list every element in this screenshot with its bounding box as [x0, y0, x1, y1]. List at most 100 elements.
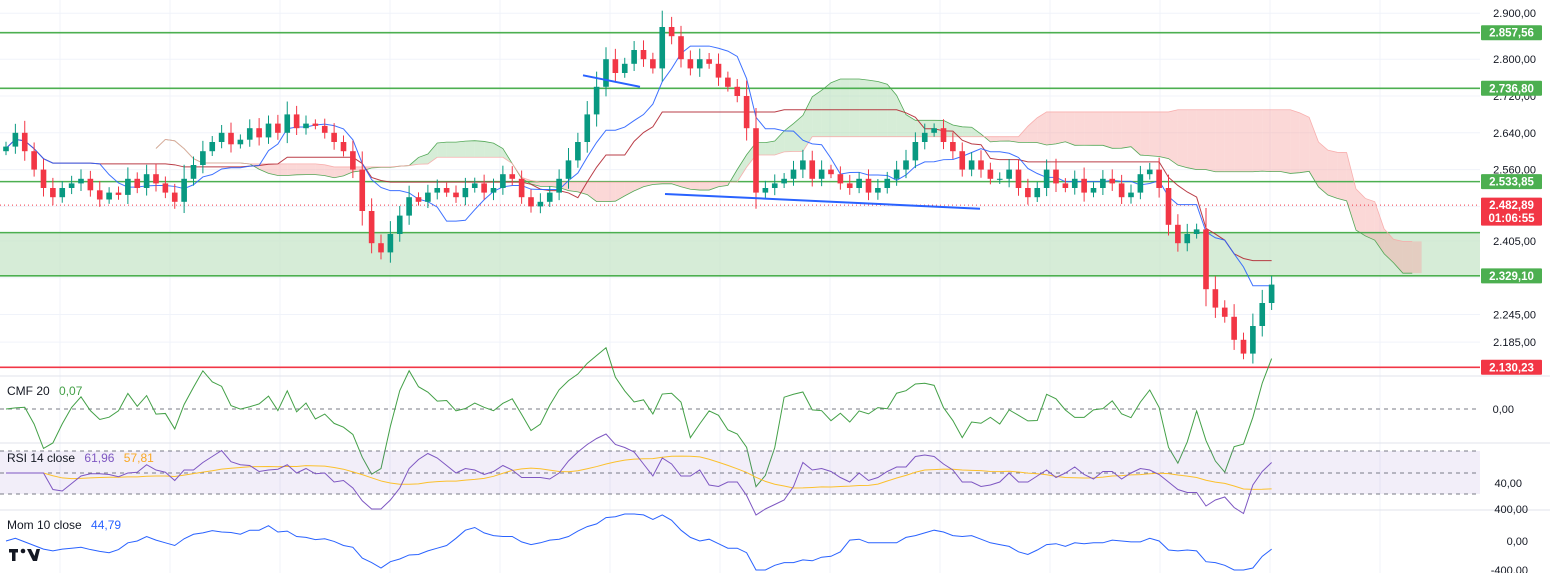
trendline[interactable] — [582, 74, 641, 88]
candle-body[interactable] — [162, 183, 169, 193]
candle-body[interactable] — [1156, 169, 1162, 188]
candle-body[interactable] — [143, 174, 150, 188]
candle-body[interactable] — [3, 146, 9, 152]
candle-body[interactable] — [921, 132, 928, 142]
candle-body[interactable] — [134, 178, 141, 188]
candle-body[interactable] — [828, 169, 834, 175]
candle-body[interactable] — [1118, 183, 1125, 198]
candle-body[interactable] — [368, 211, 375, 244]
candle-body[interactable] — [40, 169, 47, 188]
candle-body[interactable] — [1221, 307, 1228, 317]
candle-body[interactable] — [265, 123, 272, 138]
candle-body[interactable] — [931, 128, 937, 133]
candle-body[interactable] — [1165, 188, 1172, 225]
candle-body[interactable] — [256, 128, 262, 138]
candle-body[interactable] — [321, 125, 328, 133]
candle-body[interactable] — [809, 160, 816, 179]
candle-body[interactable] — [912, 142, 919, 161]
candle-body[interactable] — [621, 63, 628, 73]
candle-body[interactable] — [1062, 183, 1069, 188]
candle-body[interactable] — [790, 169, 797, 179]
candle-body[interactable] — [1100, 178, 1106, 188]
candle-body[interactable] — [1231, 316, 1237, 340]
candle-body[interactable] — [1128, 192, 1134, 198]
candle-body[interactable] — [612, 59, 619, 73]
candle-body[interactable] — [115, 192, 122, 195]
candle-body[interactable] — [1240, 339, 1247, 354]
candle-body[interactable] — [481, 183, 487, 193]
candle-body[interactable] — [275, 123, 281, 133]
candle-body[interactable] — [1193, 229, 1200, 234]
candle-body[interactable] — [678, 36, 684, 60]
candle-body[interactable] — [471, 183, 478, 188]
candle-body[interactable] — [509, 174, 516, 179]
candle-body[interactable] — [218, 132, 225, 142]
candle-body[interactable] — [903, 160, 909, 170]
candle-body[interactable] — [462, 188, 469, 198]
candle-body[interactable] — [228, 132, 234, 145]
candle-body[interactable] — [968, 160, 975, 170]
candle-body[interactable] — [1250, 326, 1256, 354]
candle-body[interactable] — [378, 243, 384, 253]
candle-body[interactable] — [1071, 178, 1078, 188]
candle-body[interactable] — [190, 165, 197, 179]
candle-body[interactable] — [1146, 169, 1153, 175]
candle-body[interactable] — [1034, 188, 1041, 198]
candle-body[interactable] — [1203, 229, 1209, 290]
candle-body[interactable] — [546, 192, 553, 202]
candle-body[interactable] — [200, 151, 206, 165]
candle-body[interactable] — [950, 142, 956, 152]
candle-body[interactable] — [1184, 234, 1191, 244]
candle-body[interactable] — [171, 192, 178, 202]
candle-body[interactable] — [987, 169, 994, 179]
candle-body[interactable] — [565, 160, 572, 179]
candle-body[interactable] — [978, 160, 984, 170]
candle-body[interactable] — [209, 142, 216, 152]
candle-body[interactable] — [725, 77, 731, 87]
candle-body[interactable] — [584, 114, 591, 142]
candle-body[interactable] — [1081, 178, 1087, 193]
candle-body[interactable] — [1006, 169, 1012, 179]
candle-body[interactable] — [800, 160, 806, 170]
candle-body[interactable] — [1212, 289, 1219, 308]
candle-body[interactable] — [593, 86, 600, 115]
candle-body[interactable] — [284, 114, 291, 133]
candle-body[interactable] — [406, 197, 412, 216]
candle-body[interactable] — [96, 190, 103, 200]
candle-body[interactable] — [1015, 169, 1022, 188]
candle-body[interactable] — [771, 183, 778, 188]
candle-body[interactable] — [893, 169, 900, 179]
candle-body[interactable] — [490, 188, 497, 193]
candle-body[interactable] — [396, 215, 403, 234]
candle-body[interactable] — [640, 50, 647, 60]
candle-body[interactable] — [125, 178, 131, 195]
candle-body[interactable] — [246, 128, 253, 140]
tradingview-logo-icon[interactable] — [9, 548, 40, 561]
candle-body[interactable] — [996, 178, 1003, 180]
candle-body[interactable] — [500, 174, 506, 188]
candle-body[interactable] — [743, 96, 750, 129]
candle-body[interactable] — [50, 188, 56, 198]
candle-body[interactable] — [425, 192, 431, 202]
candle-body[interactable] — [106, 192, 112, 200]
candle-body[interactable] — [762, 188, 769, 193]
candle-body[interactable] — [518, 178, 525, 198]
candle-body[interactable] — [331, 132, 337, 142]
candle-body[interactable] — [875, 188, 881, 193]
candle-body[interactable] — [415, 197, 422, 202]
chart-canvas[interactable]: 2.900,002.800,002.720,002.640,002.560,00… — [0, 0, 1550, 573]
candle-body[interactable] — [706, 59, 712, 64]
candle-body[interactable] — [1137, 174, 1144, 193]
candle-body[interactable] — [556, 178, 562, 193]
candle-body[interactable] — [453, 192, 459, 198]
candle-body[interactable] — [734, 86, 741, 96]
candle-body[interactable] — [528, 197, 534, 207]
candle-body[interactable] — [237, 139, 244, 145]
candle-body[interactable] — [12, 132, 19, 147]
candle-body[interactable] — [1043, 169, 1050, 188]
candle-body[interactable] — [68, 183, 75, 188]
candle-body[interactable] — [1025, 188, 1031, 198]
candle-body[interactable] — [940, 128, 947, 142]
candle-body[interactable] — [884, 178, 891, 188]
candle-body[interactable] — [631, 50, 637, 64]
